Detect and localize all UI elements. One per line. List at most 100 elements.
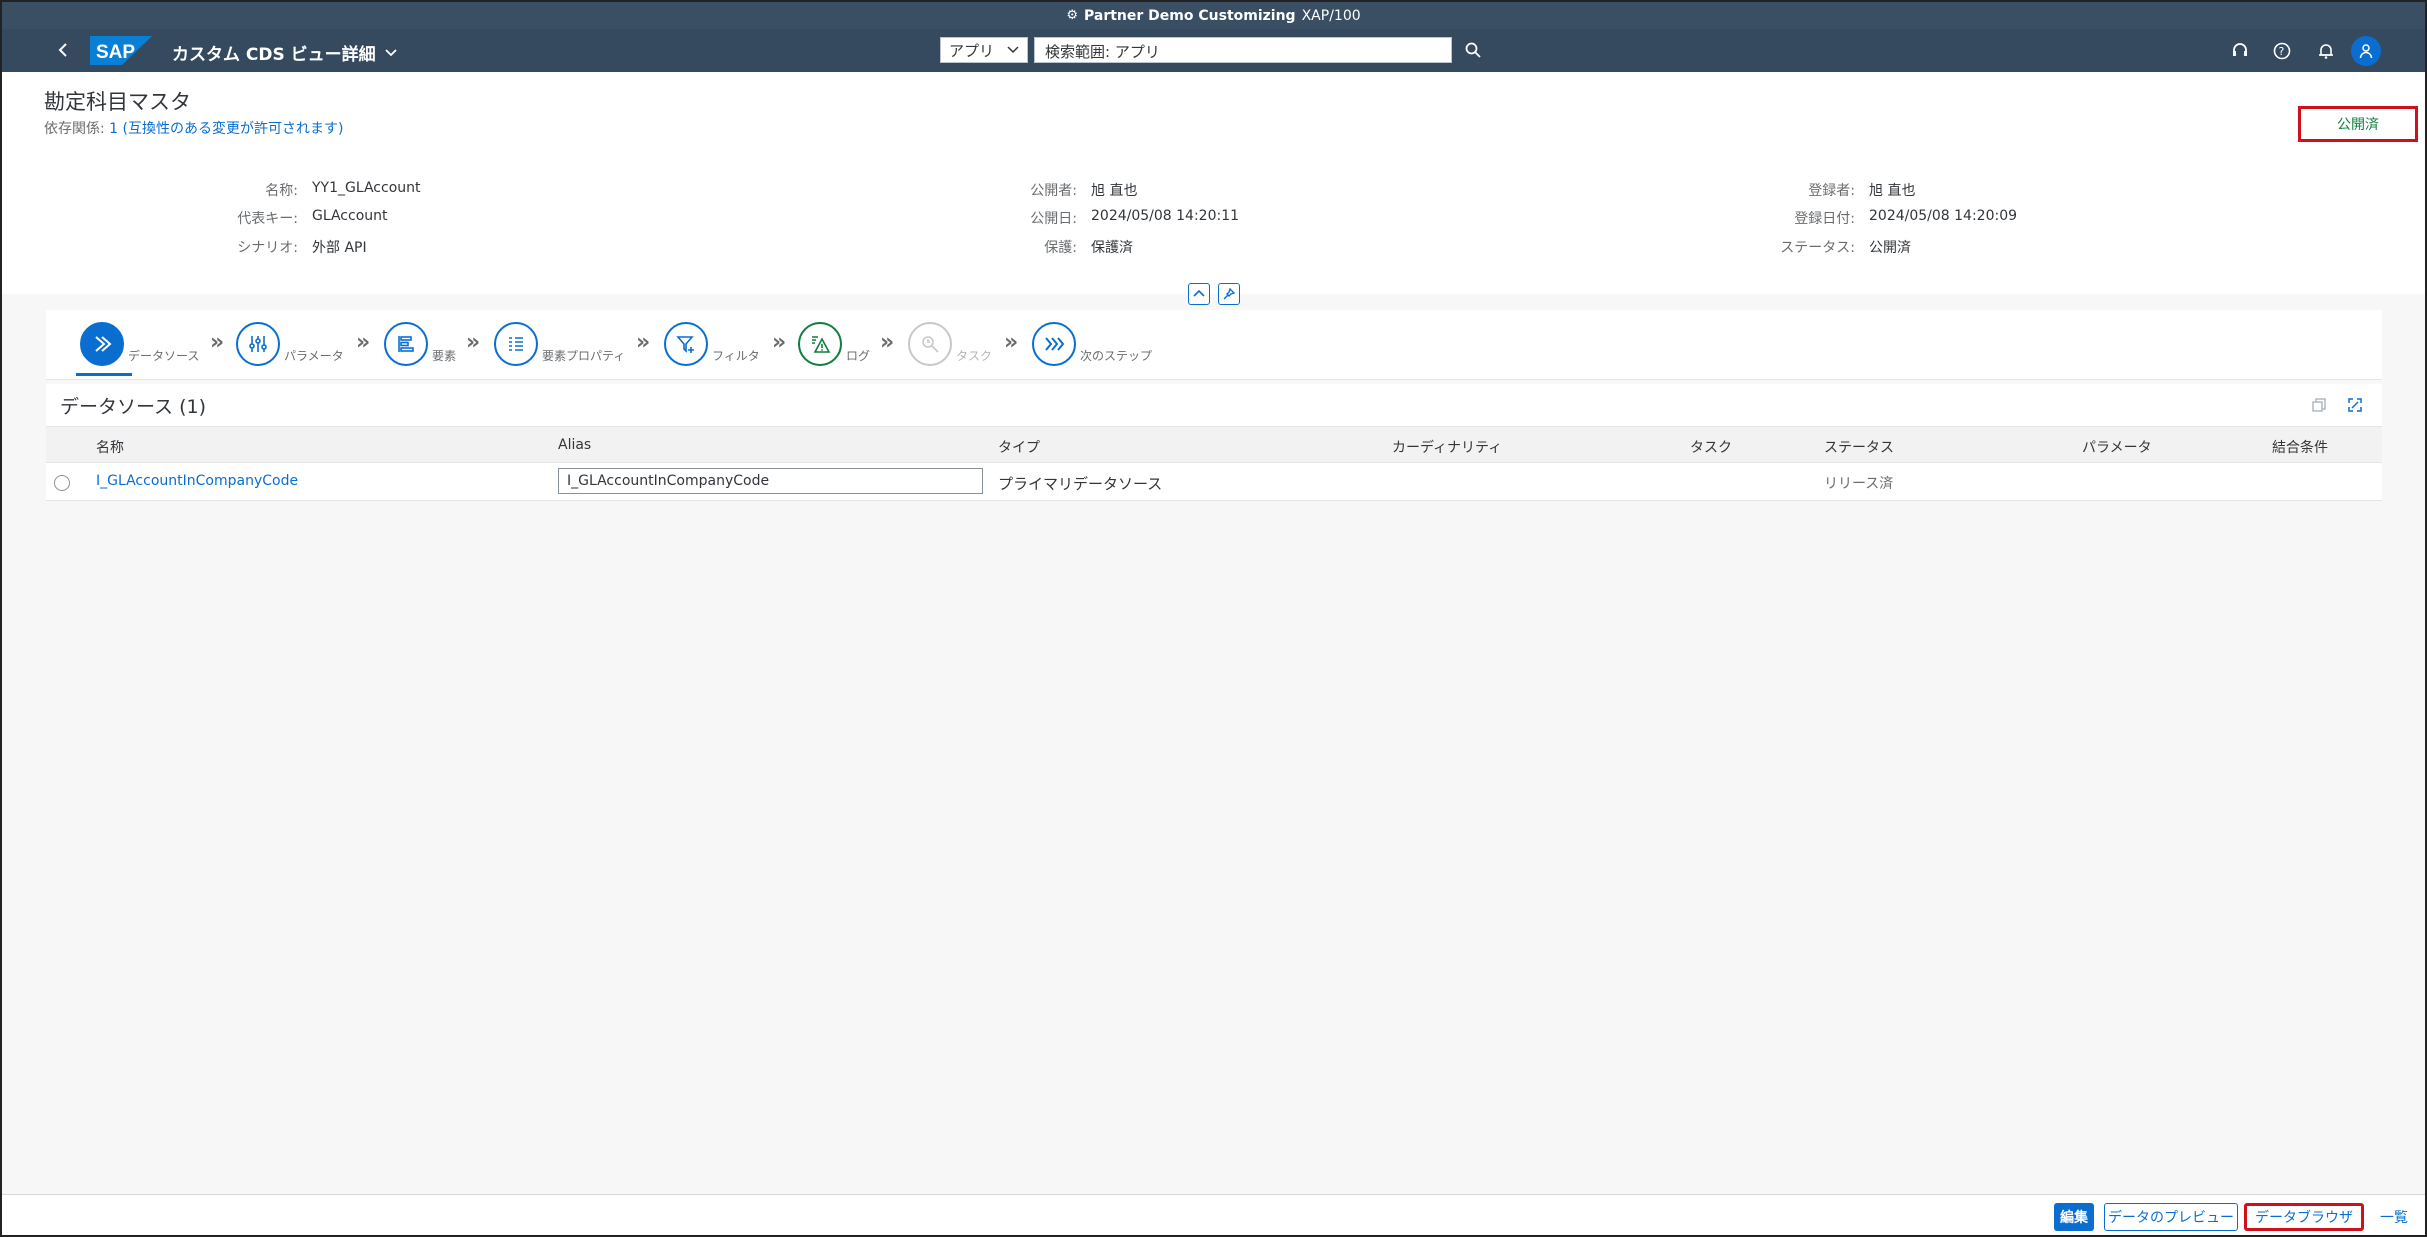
- search-button[interactable]: [1460, 37, 1486, 63]
- step-log[interactable]: ログ: [798, 316, 870, 366]
- step-data-source[interactable]: データソース: [80, 316, 199, 366]
- dependencies-link[interactable]: 1 (互換性のある変更が許可されます): [109, 121, 343, 137]
- svg-text:?: ?: [2279, 45, 2285, 58]
- column-header-type[interactable]: タイプ: [998, 437, 1040, 457]
- step-label: 要素: [432, 349, 457, 363]
- step-label: ログ: [846, 349, 871, 363]
- row-type: プライマリデータソース: [998, 475, 1163, 493]
- table-header: 名称 Alias タイプ カーディナリティ タスク ステータス パラメータ 結合…: [46, 426, 2382, 463]
- chevron-down-icon: [1007, 46, 1019, 54]
- object-header: 勘定科目マスタ 依存関係: 1 (互換性のある変更が許可されます) 公開済 名称…: [2, 72, 2425, 294]
- step-separator-icon: »: [356, 330, 371, 355]
- elements-icon: [384, 322, 428, 366]
- step-navigation: データソース » パラメータ » 要素 » 要素プロパティ » フィルタ » ロ…: [46, 310, 2382, 380]
- app-title-menu[interactable]: カスタム CDS ビュー詳細: [172, 40, 398, 65]
- data-source-icon: [80, 322, 124, 366]
- attr-status: ステータス:: [2, 237, 1855, 257]
- row-name-link[interactable]: I_GLAccountInCompanyCode: [96, 473, 298, 489]
- log-warning-icon: [798, 322, 842, 366]
- window-titlebar: ⚙ Partner Demo Customizing XAP/100: [2, 2, 2425, 29]
- table-row[interactable]: I_GLAccountInCompanyCode I_GLAccountInCo…: [46, 463, 2382, 501]
- data-preview-button[interactable]: データのプレビュー: [2104, 1203, 2238, 1231]
- fullscreen-icon: [2348, 398, 2362, 412]
- column-header-task[interactable]: タスク: [1690, 437, 1732, 457]
- step-label: パラメータ: [284, 349, 344, 363]
- step-task: タスク: [908, 316, 992, 366]
- dependencies: 依存関係: 1 (互換性のある変更が許可されます): [44, 118, 343, 138]
- app-window: ⚙ Partner Demo Customizing XAP/100 SAP カ…: [0, 0, 2427, 1237]
- step-parameters[interactable]: パラメータ: [236, 316, 344, 366]
- step-elements[interactable]: 要素: [384, 316, 456, 366]
- row-status: リリース済: [1824, 476, 1894, 492]
- step-label: 次のステップ: [1080, 349, 1153, 363]
- dependencies-label: 依存関係:: [44, 121, 105, 137]
- parameters-icon: [236, 322, 280, 366]
- step-separator-icon: »: [772, 330, 787, 355]
- column-header-name[interactable]: 名称: [96, 437, 124, 457]
- app-title: カスタム CDS ビュー詳細: [172, 45, 376, 65]
- user-avatar[interactable]: [2351, 36, 2381, 66]
- column-header-alias[interactable]: Alias: [558, 437, 591, 453]
- step-next[interactable]: 次のステップ: [1032, 316, 1152, 366]
- status-badge: 公開済: [2298, 106, 2418, 142]
- footer-toolbar: 編集 データのプレビュー データブラウザ 一覧: [2, 1194, 2425, 1235]
- data-source-table: データソース (1) 名称 Alias タイプ カーディナリティ タスク ステー…: [46, 384, 2382, 501]
- alias-input[interactable]: I_GLAccountInCompanyCode: [558, 468, 983, 494]
- help-icon: ?: [2273, 42, 2291, 60]
- attr-creator: 登録者:: [2, 180, 1855, 200]
- chevron-down-icon: [385, 48, 397, 56]
- next-step-icon: [1032, 322, 1076, 366]
- window-title-app: Partner Demo Customizing: [1084, 7, 1296, 24]
- help-button[interactable]: ?: [2268, 37, 2296, 65]
- shell-bar: SAP カスタム CDS ビュー詳細 アプリ 検索範囲: アプリ ?: [2, 29, 2425, 72]
- filter-icon: [664, 322, 708, 366]
- search-icon: [1465, 42, 1481, 58]
- data-browser-button[interactable]: データブラウザ: [2244, 1203, 2364, 1231]
- element-properties-icon: [494, 322, 538, 366]
- step-separator-icon: »: [636, 330, 651, 355]
- back-button[interactable]: [50, 37, 76, 63]
- bell-icon: [2319, 44, 2333, 59]
- sap-logo: SAP: [90, 36, 152, 65]
- step-filter[interactable]: フィルタ: [664, 316, 760, 366]
- column-header-cardinality[interactable]: カーディナリティ: [1392, 437, 1502, 457]
- chevron-left-icon: [58, 43, 67, 57]
- attr-creator-label: 登録者:: [1808, 183, 1855, 199]
- page-title: 勘定科目マスタ: [44, 90, 191, 114]
- step-label: タスク: [956, 349, 993, 363]
- svg-text:SAP: SAP: [96, 42, 135, 63]
- search-input[interactable]: 検索範囲: アプリ: [1034, 37, 1452, 63]
- search-scope-value: アプリ: [949, 41, 995, 60]
- attr-createdate: 登録日付:: [2, 208, 1855, 228]
- search-scope-select[interactable]: アプリ: [940, 37, 1028, 63]
- fullscreen-button[interactable]: [2344, 394, 2366, 416]
- step-label: フィルタ: [712, 349, 760, 363]
- column-header-parameters[interactable]: パラメータ: [2082, 437, 2152, 457]
- content-area: データソース » パラメータ » 要素 » 要素プロパティ » フィルタ » ロ…: [2, 294, 2425, 1194]
- copy-icon: [2312, 398, 2326, 412]
- table-title: データソース (1): [60, 396, 207, 418]
- support-button[interactable]: [2226, 37, 2254, 65]
- headset-icon: [2233, 43, 2247, 56]
- attr-status-label: ステータス:: [1780, 240, 1855, 256]
- list-button[interactable]: 一覧: [2372, 1203, 2416, 1231]
- pin-icon: [1223, 288, 1235, 300]
- column-header-status[interactable]: ステータス: [1824, 437, 1894, 457]
- step-label: 要素プロパティ: [542, 349, 626, 363]
- step-separator-icon: »: [1004, 330, 1019, 355]
- chevron-up-icon: [1193, 289, 1205, 297]
- step-element-properties[interactable]: 要素プロパティ: [494, 316, 625, 366]
- active-step-indicator: [76, 373, 132, 376]
- collapse-header-button[interactable]: [1188, 283, 1210, 305]
- column-header-join[interactable]: 結合条件: [2272, 437, 2328, 457]
- copy-button[interactable]: [2308, 394, 2330, 416]
- user-icon: [2359, 44, 2373, 59]
- notifications-button[interactable]: [2312, 37, 2340, 65]
- step-label: データソース: [128, 349, 200, 363]
- edit-button[interactable]: 編集: [2054, 1203, 2094, 1231]
- attr-createdate-label: 登録日付:: [1794, 211, 1855, 227]
- pin-header-button[interactable]: [1218, 283, 1240, 305]
- row-select-radio[interactable]: [54, 475, 70, 491]
- window-title-system: XAP/100: [1301, 7, 1361, 24]
- step-separator-icon: »: [880, 330, 895, 355]
